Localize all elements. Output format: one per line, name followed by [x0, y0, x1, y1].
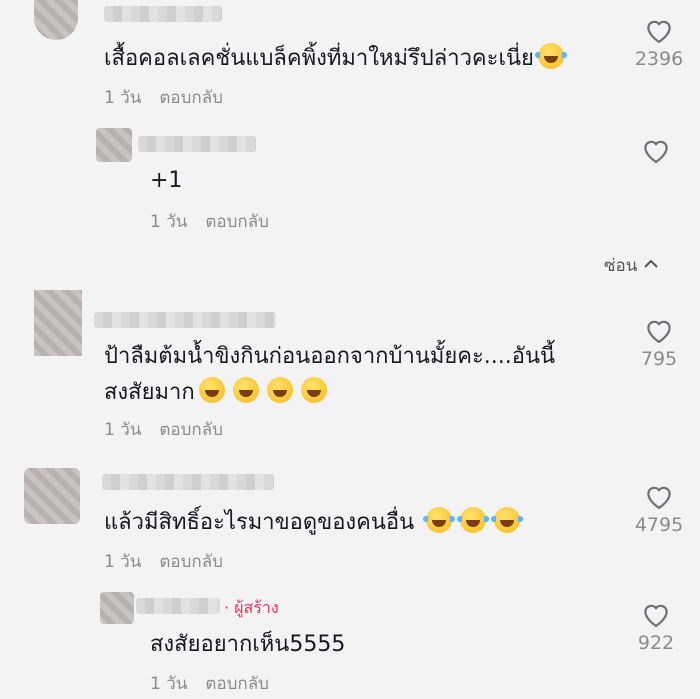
- reply-button[interactable]: ตอบกลับ: [159, 552, 223, 572]
- creator-badge: · ผู้สร้าง: [224, 598, 279, 617]
- comment-meta: 1 วัน ตอบกลับ: [150, 208, 287, 235]
- grin-emoji-icon: [266, 377, 293, 403]
- comment-text-content: แล้วมีสิทธิ์อะไรมาขอดูของคนอื่น: [104, 510, 415, 535]
- like-count: 4795: [634, 514, 684, 536]
- grin-emoji-icon: [232, 377, 259, 403]
- heart-outline-icon: [647, 20, 671, 43]
- like-button[interactable]: 4795: [629, 482, 689, 536]
- comment-meta: 1 วัน ตอบกลับ: [150, 670, 287, 697]
- heart-outline-icon: [647, 486, 671, 509]
- comment-time: 1 วัน: [104, 552, 142, 572]
- hide-label: ซ่อน: [604, 256, 638, 276]
- comment-text: เสื้อคอลเลคชั่นแบล็คพิ้งที่มาใหม่รึปล่าว…: [104, 42, 567, 76]
- hide-replies-button[interactable]: ซ่อน: [604, 252, 659, 279]
- heart-outline-icon: [644, 140, 668, 163]
- username-blurred[interactable]: [94, 312, 276, 328]
- heart-outline-icon: [647, 320, 671, 343]
- comment-meta: 1 วัน ตอบกลับ: [104, 416, 241, 443]
- like-count: 2396: [634, 48, 684, 70]
- reply-button[interactable]: ตอบกลับ: [205, 674, 269, 694]
- laugh-cry-emoji-icon: [534, 43, 567, 69]
- heart-outline-icon: [644, 604, 668, 627]
- comment-time: 1 วัน: [150, 212, 188, 232]
- chevron-up-icon: [644, 259, 658, 268]
- like-button[interactable]: [626, 136, 686, 164]
- like-button[interactable]: 922: [626, 600, 686, 654]
- reply-button[interactable]: ตอบกลับ: [159, 88, 223, 108]
- comment-text-line2-content: สงสัยมาก: [104, 380, 195, 405]
- like-button[interactable]: 2396: [629, 16, 689, 70]
- avatar[interactable]: [24, 468, 80, 524]
- username-blurred[interactable]: [102, 474, 274, 490]
- reply-button[interactable]: ตอบกลับ: [159, 420, 223, 440]
- comment-meta: 1 วัน ตอบกลับ: [104, 548, 241, 575]
- comment-text: แล้วมีสิทธิ์อะไรมาขอดูของคนอื่น: [104, 506, 524, 540]
- avatar[interactable]: [96, 128, 132, 162]
- username-blurred[interactable]: [138, 136, 256, 152]
- username-blurred[interactable]: [136, 598, 220, 614]
- comment-text-line1: ป้าลืมต้มน้ำขิงกินก่อนออกจากบ้านมั้ยคะ..…: [104, 344, 556, 369]
- like-button[interactable]: 795: [629, 316, 689, 370]
- grin-emoji-icon: [300, 377, 327, 403]
- laugh-cry-emoji-icon: [457, 507, 490, 533]
- avatar[interactable]: [34, 0, 78, 40]
- like-count: 922: [637, 632, 675, 654]
- comment-time: 1 วัน: [104, 420, 142, 440]
- comment-time: 1 วัน: [150, 674, 188, 694]
- comment-time: 1 วัน: [104, 88, 142, 108]
- laugh-cry-emoji-icon: [423, 507, 456, 533]
- avatar[interactable]: [34, 290, 82, 356]
- comment-text-content: เสื้อคอลเลคชั่นแบล็คพิ้งที่มาใหม่รึปล่าว…: [104, 46, 534, 71]
- reply-button[interactable]: ตอบกลับ: [205, 212, 269, 232]
- comment-text: ป้าลืมต้มน้ำขิงกินก่อนออกจากบ้านมั้ยคะ..…: [104, 340, 555, 410]
- avatar[interactable]: [100, 592, 134, 624]
- like-count: 795: [640, 348, 678, 370]
- comment-text-line2: สงสัยมาก: [104, 376, 555, 410]
- comment-text: สงสัยอยากเห็น5555: [150, 632, 346, 657]
- comment-meta: 1 วัน ตอบกลับ: [104, 84, 241, 111]
- comment-text: +1: [150, 168, 183, 193]
- username-blurred[interactable]: [104, 6, 222, 22]
- grin-emoji-icon: [198, 377, 225, 403]
- laugh-cry-emoji-icon: [491, 507, 524, 533]
